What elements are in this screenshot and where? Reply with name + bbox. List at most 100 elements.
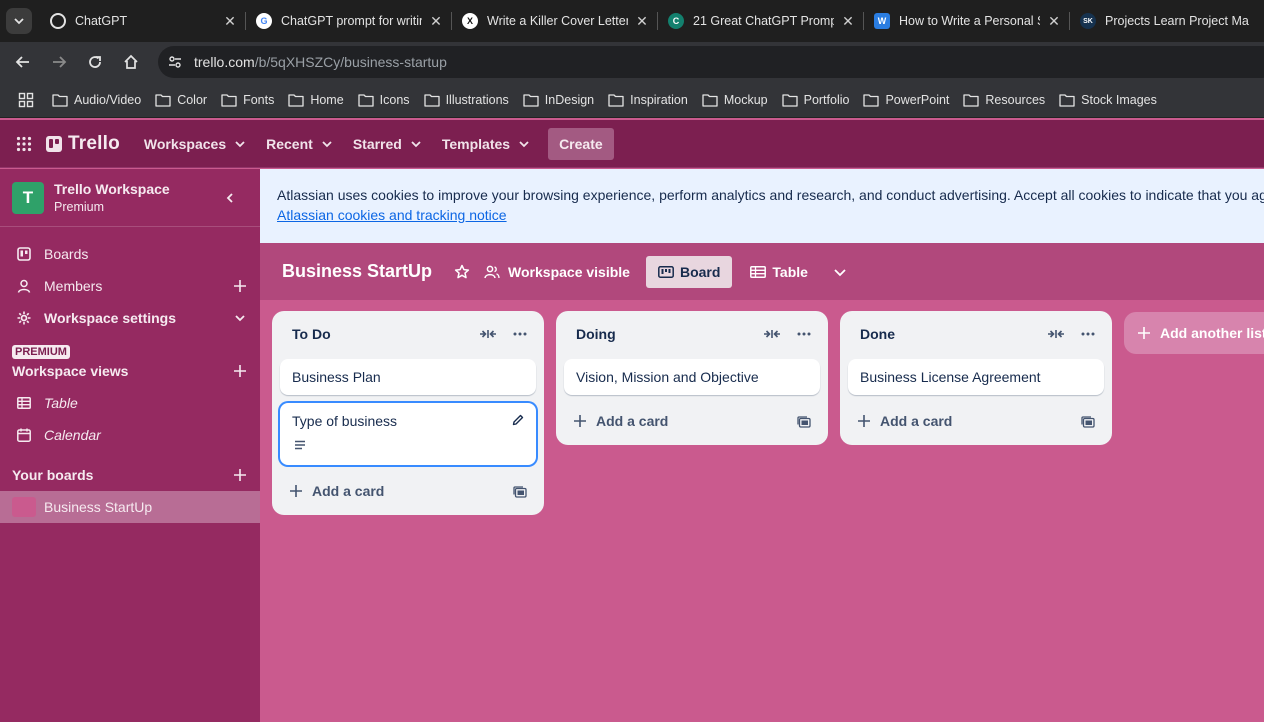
bookmark-folder[interactable]: Portfolio xyxy=(781,93,849,107)
bookmark-folder[interactable]: PowerPoint xyxy=(863,93,949,107)
back-button[interactable] xyxy=(6,45,40,79)
list-doing: Doing Vision, Mission and Objective Add … xyxy=(556,311,828,445)
browser-tab[interactable]: W How to Write a Personal S ✕ xyxy=(864,0,1070,42)
more-options-icon[interactable] xyxy=(508,325,532,343)
grid-icon xyxy=(16,136,32,151)
add-card-button[interactable]: Add a card xyxy=(556,403,828,439)
folder-icon xyxy=(52,93,68,107)
sidebar-item-table[interactable]: Table xyxy=(0,387,260,419)
add-view-icon[interactable] xyxy=(232,363,248,379)
bookmark-folder[interactable]: Resources xyxy=(963,93,1045,107)
bookmark-folder[interactable]: Stock Images xyxy=(1059,93,1157,107)
bookmark-folder[interactable]: Fonts xyxy=(221,93,274,107)
star-icon[interactable] xyxy=(452,262,472,282)
site-info-icon[interactable] xyxy=(160,46,190,78)
add-member-icon[interactable] xyxy=(232,278,248,294)
bookmark-label: Audio/Video xyxy=(74,92,142,107)
browser-tab[interactable]: SK Projects Learn Project Ma xyxy=(1070,0,1264,42)
bookmark-folder[interactable]: Color xyxy=(155,93,207,107)
tab-title: 21 Great ChatGPT Prompts xyxy=(693,14,834,28)
menu-starred[interactable]: Starred xyxy=(343,128,432,160)
view-board-button[interactable]: Board xyxy=(645,255,733,288)
sidebar-item-label: Boards xyxy=(44,246,89,262)
collapse-list-icon[interactable] xyxy=(760,325,784,343)
bookmark-folder[interactable]: Mockup xyxy=(702,93,768,107)
section-title: Workspace views xyxy=(12,363,129,379)
sidebar-item-workspace-settings[interactable]: Workspace settings xyxy=(0,302,260,334)
tab-search-button[interactable] xyxy=(6,8,32,34)
visibility-button[interactable]: Workspace visible xyxy=(484,264,630,280)
more-options-icon[interactable] xyxy=(1076,325,1100,343)
board-icon xyxy=(16,246,32,262)
close-icon[interactable]: ✕ xyxy=(840,13,856,30)
add-card-label: Add a card xyxy=(312,483,385,499)
bookmark-folder[interactable]: InDesign xyxy=(523,93,594,107)
create-button[interactable]: Create xyxy=(548,127,614,160)
card-template-icon[interactable] xyxy=(512,484,528,500)
collapse-list-icon[interactable] xyxy=(476,325,500,343)
chevron-down-icon[interactable] xyxy=(232,310,248,326)
browser-tab-strip: ChatGPT ✕ G ChatGPT prompt for writing ✕… xyxy=(0,0,1264,42)
view-table-button[interactable]: Table xyxy=(738,256,820,288)
browser-tab[interactable]: G ChatGPT prompt for writing ✕ xyxy=(246,0,452,42)
pencil-icon[interactable] xyxy=(510,412,526,428)
folder-icon xyxy=(155,93,171,107)
premium-badge: PREMIUM xyxy=(12,345,70,359)
trello-logo[interactable]: Trello xyxy=(46,133,120,155)
add-card-button[interactable]: Add a card xyxy=(840,403,1112,439)
collapse-list-icon[interactable] xyxy=(1044,325,1068,343)
card-template-icon[interactable] xyxy=(1080,414,1096,430)
apps-grid-icon[interactable] xyxy=(14,88,38,112)
list-title[interactable]: To Do xyxy=(292,326,331,342)
folder-icon xyxy=(1059,93,1075,107)
sidebar-board-business-startup[interactable]: Business StartUp xyxy=(0,491,260,523)
browser-tab[interactable]: ChatGPT ✕ xyxy=(40,0,246,42)
forward-button[interactable] xyxy=(42,45,76,79)
app-switcher-button[interactable] xyxy=(8,128,40,160)
board-title[interactable]: Business StartUp xyxy=(282,261,432,282)
add-list-button[interactable]: Add another list xyxy=(1124,312,1264,354)
workspace-views-heading: Workspace views xyxy=(0,359,260,383)
close-icon[interactable]: ✕ xyxy=(1046,13,1062,30)
browser-tab[interactable]: X Write a Killer Cover Letter ✕ xyxy=(452,0,658,42)
list-title[interactable]: Doing xyxy=(576,326,616,342)
card[interactable]: Business License Agreement xyxy=(848,359,1104,395)
sidebar-item-calendar[interactable]: Calendar xyxy=(0,419,260,451)
bookmark-folder[interactable]: Home xyxy=(288,93,344,107)
person-icon xyxy=(16,278,32,294)
list-title[interactable]: Done xyxy=(860,326,895,342)
sidebar-item-label: Workspace settings xyxy=(44,310,177,326)
close-icon[interactable]: ✕ xyxy=(428,13,444,30)
home-button[interactable] xyxy=(114,45,148,79)
trello-logo-icon xyxy=(46,135,62,152)
w-icon: W xyxy=(874,13,890,29)
tab-title: Write a Killer Cover Letter xyxy=(487,14,628,28)
collapse-sidebar-button[interactable] xyxy=(220,188,240,208)
bookmark-folder[interactable]: Audio/Video xyxy=(52,93,141,107)
close-icon[interactable]: ✕ xyxy=(634,13,650,30)
menu-templates[interactable]: Templates xyxy=(432,128,540,160)
card-title: Business Plan xyxy=(292,369,381,385)
bookmark-label: InDesign xyxy=(544,92,595,107)
close-icon[interactable]: ✕ xyxy=(222,13,238,30)
cookie-notice-link[interactable]: Atlassian cookies and tracking notice xyxy=(277,207,1264,223)
bookmark-folder[interactable]: Inspiration xyxy=(608,93,688,107)
url-bar[interactable]: trello.com/b/5qXHSZCy/business-startup xyxy=(158,46,1264,78)
menu-workspaces[interactable]: Workspaces xyxy=(134,128,256,160)
more-options-icon[interactable] xyxy=(792,325,816,343)
card[interactable]: Type of business xyxy=(280,403,536,465)
add-card-button[interactable]: Add a card xyxy=(272,473,544,509)
browser-tab[interactable]: C 21 Great ChatGPT Prompts ✕ xyxy=(658,0,864,42)
more-views-button[interactable] xyxy=(826,258,854,286)
sidebar-item-members[interactable]: Members xyxy=(0,270,260,302)
card-template-icon[interactable] xyxy=(796,414,812,430)
card[interactable]: Business Plan xyxy=(280,359,536,395)
bookmark-folder[interactable]: Icons xyxy=(358,93,410,107)
card[interactable]: Vision, Mission and Objective xyxy=(564,359,820,395)
add-board-icon[interactable] xyxy=(232,467,248,483)
reload-button[interactable] xyxy=(78,45,112,79)
bookmark-folder[interactable]: Illustrations xyxy=(423,93,509,107)
sidebar-item-boards[interactable]: Boards xyxy=(0,238,260,270)
menu-recent[interactable]: Recent xyxy=(256,128,343,160)
bookmark-label: Stock Images xyxy=(1081,92,1157,107)
